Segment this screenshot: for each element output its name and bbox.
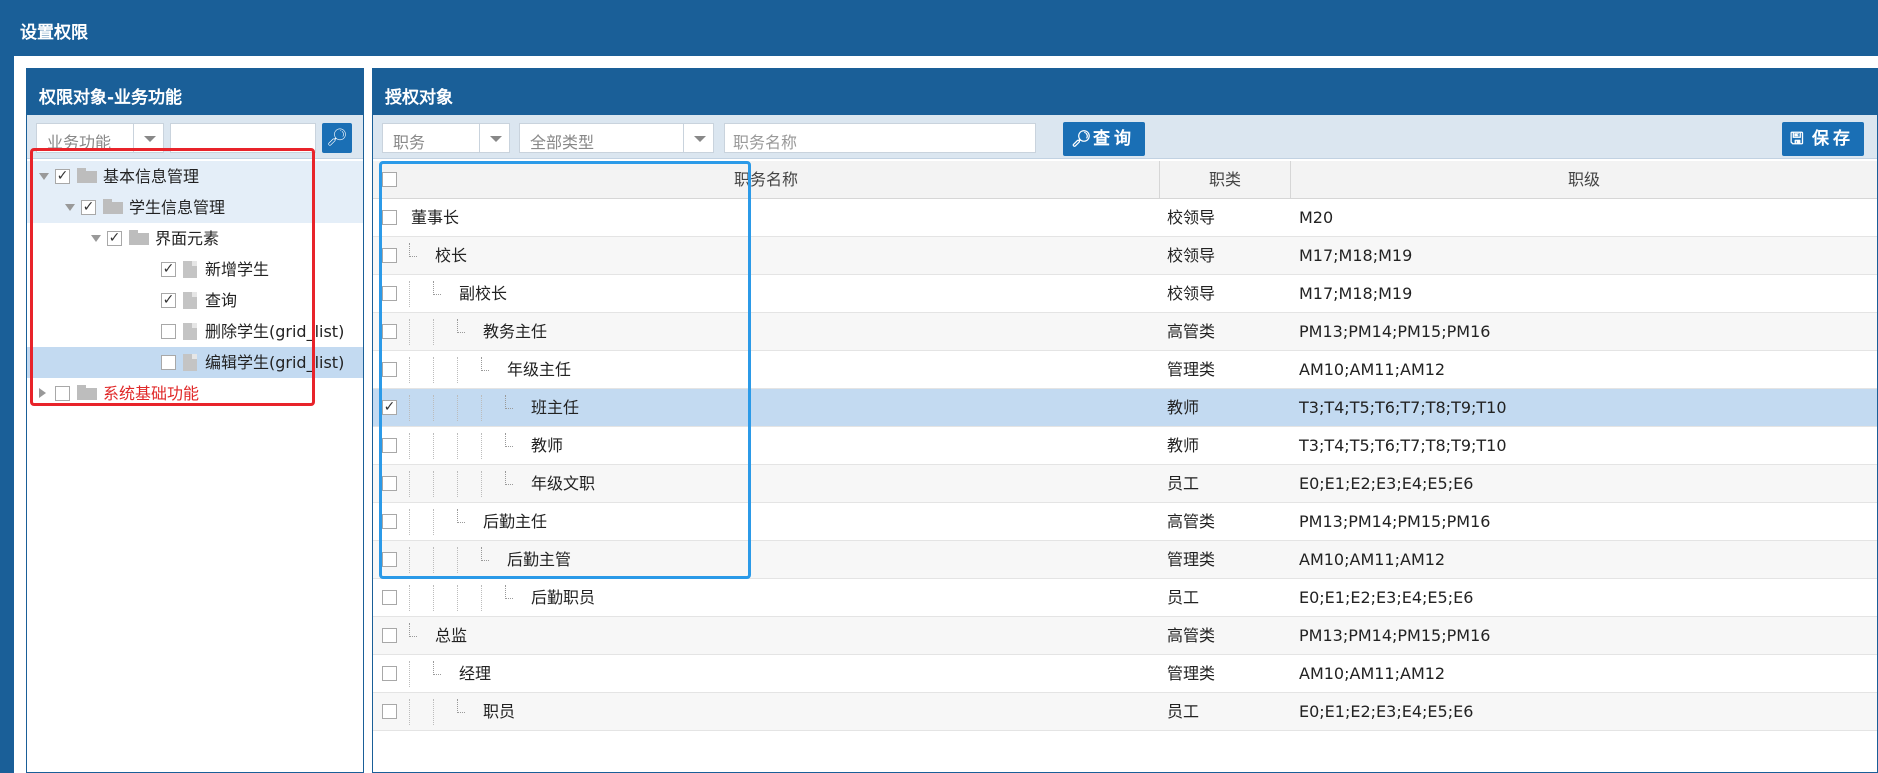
- table-row[interactable]: 后勤职员 员工 E0;E1;E2;E3;E4;E5;E6: [373, 579, 1877, 617]
- position-select-value: 职务: [393, 133, 426, 152]
- annotation-blue-box: [379, 161, 751, 579]
- chevron-down-icon[interactable]: [683, 124, 713, 152]
- cell-level: PM13;PM14;PM15;PM16: [1299, 322, 1491, 341]
- row-checkbox[interactable]: [382, 628, 397, 643]
- position-select[interactable]: 职务: [382, 123, 510, 153]
- cell-level: PM13;PM14;PM15;PM16: [1299, 512, 1491, 531]
- type-select-value: 全部类型: [530, 133, 595, 152]
- tree-elbow-line: [457, 699, 465, 713]
- row-checkbox[interactable]: [382, 666, 397, 681]
- tree-guide-line: [457, 585, 458, 611]
- tree-guide-line: [481, 585, 482, 611]
- cell-level: E0;E1;E2;E3;E4;E5;E6: [1299, 474, 1474, 493]
- cell-category: 管理类: [1167, 664, 1216, 683]
- query-button-label: 查询: [1093, 129, 1135, 149]
- cell-category: 校领导: [1167, 208, 1216, 227]
- cell-level: AM10;AM11;AM12: [1299, 550, 1446, 569]
- table-row[interactable]: 经理 管理类 AM10;AM11;AM12: [373, 655, 1877, 693]
- cell-position-name: 后勤职员: [531, 588, 596, 607]
- cell-category: 校领导: [1167, 246, 1216, 265]
- column-header-level[interactable]: 职级: [1290, 161, 1877, 199]
- query-button[interactable]: 🔎︎ 查询: [1063, 122, 1145, 156]
- tree-elbow-line: [433, 661, 441, 675]
- cell-level: AM10;AM11;AM12: [1299, 360, 1446, 379]
- cell-level: E0;E1;E2;E3;E4;E5;E6: [1299, 702, 1474, 721]
- left-panel-title: 权限对象-业务功能: [27, 69, 363, 115]
- magnifier-icon[interactable]: 🔎︎: [322, 123, 352, 153]
- right-panel: 授权对象 职务 全部类型 职务名称 🔎︎ 查询 🖫︎ 保存 职务名称 职类 职级…: [372, 68, 1878, 773]
- cell-level: E0;E1;E2;E3;E4;E5;E6: [1299, 588, 1474, 607]
- cell-level: M17;M18;M19: [1299, 284, 1413, 303]
- right-toolbar: 职务 全部类型 职务名称 🔎︎ 查询 🖫︎ 保存: [373, 115, 1877, 159]
- magnifier-icon: 🔎︎: [1071, 129, 1092, 148]
- tree-guide-line: [409, 699, 410, 725]
- column-header-category[interactable]: 职类: [1159, 161, 1290, 199]
- cell-level: AM10;AM11;AM12: [1299, 664, 1446, 683]
- cell-level: PM13;PM14;PM15;PM16: [1299, 626, 1491, 645]
- table-row[interactable]: 总监 高管类 PM13;PM14;PM15;PM16: [373, 617, 1877, 655]
- tree-guide-line: [433, 699, 434, 725]
- cell-category: 员工: [1167, 588, 1200, 607]
- chevron-down-icon[interactable]: [479, 124, 509, 152]
- save-button-label: 保存: [1812, 129, 1854, 149]
- type-select[interactable]: 全部类型: [519, 123, 714, 153]
- cell-level: T3;T4;T5;T6;T7;T8;T9;T10: [1299, 436, 1507, 455]
- permission-dialog: 设置权限 权限对象-业务功能 业务功能 🔎︎ ✓ 基本信息管理 ✓ 学生信息管理 ✓ 界面…: [0, 0, 1878, 773]
- cell-level: M17;M18;M19: [1299, 246, 1413, 265]
- right-panel-title: 授权对象: [373, 69, 1877, 115]
- dialog-body: 权限对象-业务功能 业务功能 🔎︎ ✓ 基本信息管理 ✓ 学生信息管理 ✓ 界面元素 ✓ 新增…: [14, 56, 1878, 773]
- annotation-red-box: [30, 148, 315, 406]
- cell-level: T3;T4;T5;T6;T7;T8;T9;T10: [1299, 398, 1507, 417]
- cell-category: 高管类: [1167, 322, 1216, 341]
- cell-position-name: 经理: [459, 664, 492, 683]
- row-checkbox[interactable]: [382, 704, 397, 719]
- tree-elbow-line: [409, 623, 417, 637]
- cell-category: 管理类: [1167, 360, 1216, 379]
- cell-category: 管理类: [1167, 550, 1216, 569]
- cell-category: 员工: [1167, 474, 1200, 493]
- table-row[interactable]: 职员 员工 E0;E1;E2;E3;E4;E5;E6: [373, 693, 1877, 731]
- tree-guide-line: [409, 661, 410, 687]
- cell-category: 员工: [1167, 702, 1200, 721]
- tree-guide-line: [433, 585, 434, 611]
- cell-category: 校领导: [1167, 284, 1216, 303]
- row-checkbox[interactable]: [382, 590, 397, 605]
- cell-position-name: 职员: [483, 702, 516, 721]
- cell-category: 高管类: [1167, 512, 1216, 531]
- cell-category: 高管类: [1167, 626, 1216, 645]
- tree-elbow-line: [505, 585, 513, 599]
- cell-position-name: 总监: [435, 626, 468, 645]
- dialog-title: 设置权限: [20, 23, 88, 43]
- save-button[interactable]: 🖫︎ 保存: [1782, 122, 1864, 156]
- cell-category: 教师: [1167, 398, 1200, 417]
- cell-level: M20: [1299, 208, 1334, 227]
- tree-guide-line: [409, 585, 410, 611]
- cell-category: 教师: [1167, 436, 1200, 455]
- position-name-input[interactable]: 职务名称: [724, 123, 1036, 153]
- floppy-disk-icon: 🖫︎: [1790, 129, 1804, 148]
